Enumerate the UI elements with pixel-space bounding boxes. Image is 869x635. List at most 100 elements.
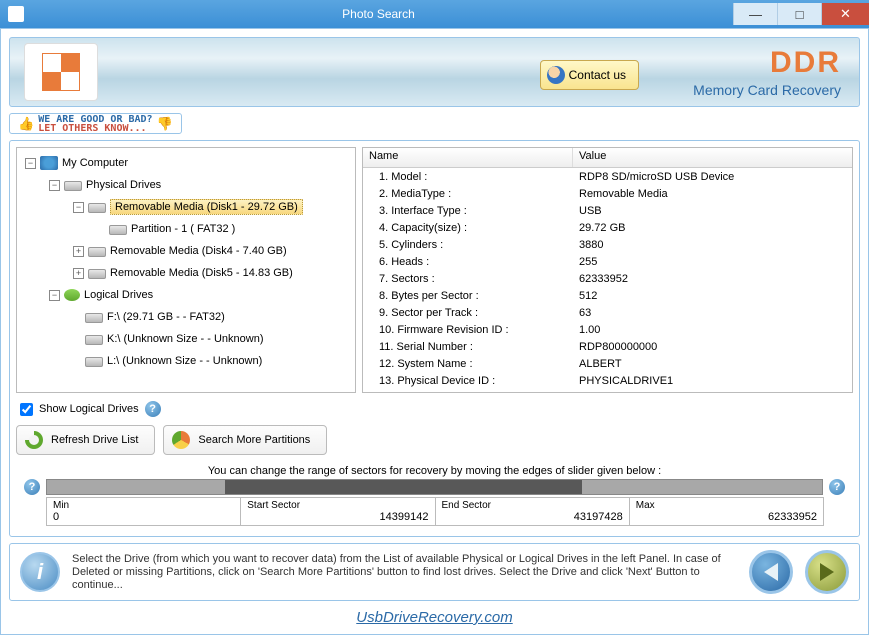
help-icon[interactable]: ? [829, 479, 845, 495]
property-value: 3880 [573, 239, 603, 251]
brand-name: DDR [693, 46, 841, 80]
properties-pane: Name Value 1. Model :RDP8 SD/microSD USB… [362, 147, 853, 393]
property-name: 11. Serial Number : [363, 341, 573, 353]
minimize-button[interactable]: — [733, 3, 777, 25]
tree-node-disk1[interactable]: −Removable Media (Disk1 - 29.72 GB) [21, 196, 351, 218]
drive-icon [88, 269, 106, 279]
property-name: 8. Bytes per Sector : [363, 290, 573, 302]
tree-node-physical[interactable]: −Physical Drives [21, 174, 351, 196]
slider-end-cell: End Sector43197428 [435, 497, 630, 526]
refresh-icon [25, 431, 43, 449]
next-button[interactable] [805, 550, 849, 594]
property-name: 7. Sectors : [363, 273, 573, 285]
tree-node-drive-l[interactable]: L:\ (Unknown Size - - Unknown) [21, 350, 351, 372]
slider-min-cell: Min0 [46, 497, 241, 526]
drive-icon [85, 357, 103, 367]
property-name: 4. Capacity(size) : [363, 222, 573, 234]
property-value: 255 [573, 256, 597, 268]
banner: Contact us DDR Memory Card Recovery [9, 37, 860, 107]
thumbs-down-icon: 👎 [157, 116, 173, 132]
refresh-drive-list-button[interactable]: Refresh Drive List [16, 425, 155, 455]
slider-start-cell: Start Sector14399142 [240, 497, 435, 526]
feedback-line2: LET OTHERS KNOW... [38, 124, 152, 133]
property-row[interactable]: 4. Capacity(size) :29.72 GB [363, 219, 852, 236]
info-icon: i [20, 552, 60, 592]
column-header-name[interactable]: Name [363, 148, 573, 167]
computer-icon [40, 156, 58, 170]
drive-icon [88, 203, 106, 213]
property-value: RDP8 SD/microSD USB Device [573, 171, 734, 183]
show-logical-label: Show Logical Drives [39, 403, 139, 415]
contact-us-button[interactable]: Contact us [540, 60, 639, 90]
property-row[interactable]: 13. Physical Device ID :PHYSICALDRIVE1 [363, 372, 852, 389]
app-logo [24, 43, 98, 101]
tree-node-drive-f[interactable]: F:\ (29.71 GB - - FAT32) [21, 306, 351, 328]
folder-icon [64, 289, 80, 301]
property-row[interactable]: 11. Serial Number :RDP800000000 [363, 338, 852, 355]
property-row[interactable]: 8. Bytes per Sector :512 [363, 287, 852, 304]
property-value: PHYSICALDRIVE1 [573, 375, 673, 387]
property-row[interactable]: 3. Interface Type :USB [363, 202, 852, 219]
tree-node-disk1-partition[interactable]: Partition - 1 ( FAT32 ) [21, 218, 351, 240]
search-more-partitions-button[interactable]: Search More Partitions [163, 425, 327, 455]
property-name: 10. Firmware Revision ID : [363, 324, 573, 336]
contact-label: Contact us [569, 68, 626, 82]
help-icon[interactable]: ? [145, 401, 161, 417]
person-icon [547, 66, 565, 84]
titlebar: Photo Search — □ ✕ [0, 0, 869, 28]
property-name: 9. Sector per Track : [363, 307, 573, 319]
property-name: 6. Heads : [363, 256, 573, 268]
column-header-value[interactable]: Value [573, 148, 612, 167]
property-name: 3. Interface Type : [363, 205, 573, 217]
watermark: UsbDriveRecovery.com [9, 609, 860, 626]
app-icon [8, 6, 24, 22]
tree-node-logical[interactable]: −Logical Drives [21, 284, 351, 306]
property-value: 29.72 GB [573, 222, 625, 234]
property-value: 62333952 [573, 273, 628, 285]
feedback-button[interactable]: 👍 WE ARE GOOD OR BAD? LET OTHERS KNOW...… [9, 113, 182, 134]
drive-icon [109, 225, 127, 235]
close-button[interactable]: ✕ [821, 3, 869, 25]
slider-max-cell: Max62333952 [629, 497, 824, 526]
property-row[interactable]: 7. Sectors :62333952 [363, 270, 852, 287]
property-name: 12. System Name : [363, 358, 573, 370]
thumbs-up-icon: 👍 [18, 116, 34, 132]
property-name: 5. Cylinders : [363, 239, 573, 251]
pie-chart-icon [172, 431, 190, 449]
property-value: USB [573, 205, 602, 217]
property-row[interactable]: 2. MediaType :Removable Media [363, 185, 852, 202]
property-name: 2. MediaType : [363, 188, 573, 200]
property-value: ALBERT [573, 358, 622, 370]
drive-icon [88, 247, 106, 257]
tree-node-drive-k[interactable]: K:\ (Unknown Size - - Unknown) [21, 328, 351, 350]
sector-range-slider[interactable] [46, 479, 823, 495]
drive-icon [85, 313, 103, 323]
property-row[interactable]: 10. Firmware Revision ID :1.00 [363, 321, 852, 338]
help-icon[interactable]: ? [24, 479, 40, 495]
maximize-button[interactable]: □ [777, 3, 821, 25]
brand-block: DDR Memory Card Recovery [693, 46, 841, 98]
property-row[interactable]: 9. Sector per Track :63 [363, 304, 852, 321]
property-value: 512 [573, 290, 597, 302]
show-logical-checkbox[interactable] [20, 403, 33, 416]
tree-node-computer[interactable]: −My Computer [21, 152, 351, 174]
property-row[interactable]: 6. Heads :255 [363, 253, 852, 270]
drive-icon [64, 181, 82, 191]
arrow-left-icon [764, 563, 778, 581]
back-button[interactable] [749, 550, 793, 594]
property-name: 13. Physical Device ID : [363, 375, 573, 387]
tree-node-disk5[interactable]: +Removable Media (Disk5 - 14.83 GB) [21, 262, 351, 284]
footer-info: i Select the Drive (from which you want … [9, 543, 860, 601]
window-title: Photo Search [24, 7, 733, 21]
footer-text: Select the Drive (from which you want to… [72, 553, 737, 592]
brand-tagline: Memory Card Recovery [693, 82, 841, 98]
property-name: 1. Model : [363, 171, 573, 183]
property-row[interactable]: 1. Model :RDP8 SD/microSD USB Device [363, 168, 852, 185]
property-row[interactable]: 5. Cylinders :3880 [363, 236, 852, 253]
tree-node-disk4[interactable]: +Removable Media (Disk4 - 7.40 GB) [21, 240, 351, 262]
property-row[interactable]: 12. System Name :ALBERT [363, 355, 852, 372]
property-value: 63 [573, 307, 591, 319]
drive-icon [85, 335, 103, 345]
property-value: 1.00 [573, 324, 600, 336]
drive-tree[interactable]: −My Computer −Physical Drives −Removable… [16, 147, 356, 393]
